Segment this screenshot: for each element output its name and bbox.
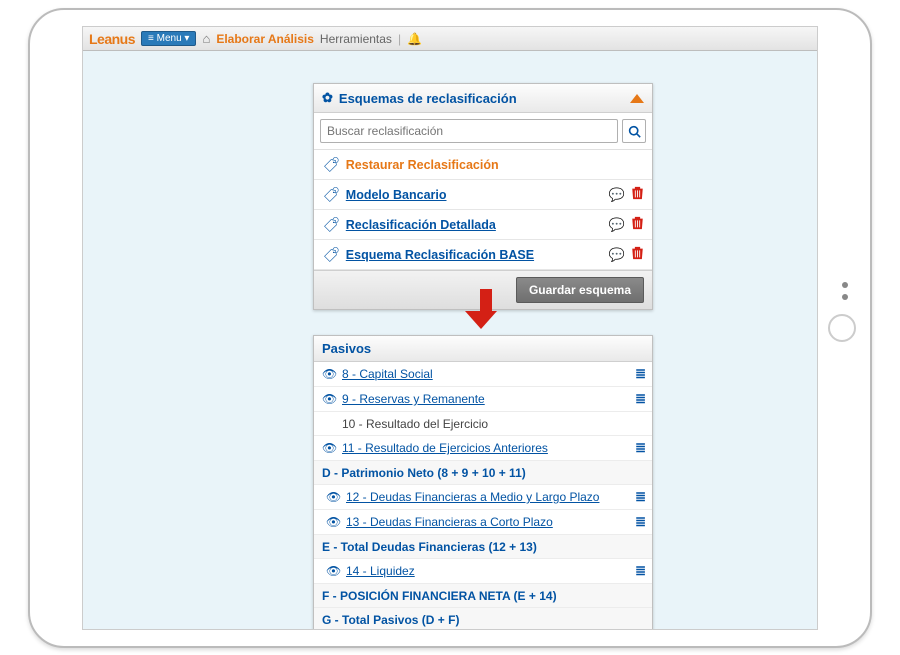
nav-herramientas[interactable]: Herramientas	[320, 32, 392, 46]
account-row: 👁 14 - Liquidez ≣	[314, 559, 652, 584]
tag-icon: 🏷	[322, 156, 339, 174]
pasivos-panel: Pasivos 👁 8 - Capital Social ≣ 👁 9 - Res…	[313, 335, 653, 630]
gear-icon: ✿	[322, 90, 333, 106]
eye-icon[interactable]: 👁	[326, 564, 340, 578]
subtotal-row: G - Total Pasivos (D + F)	[314, 608, 652, 630]
home-icon[interactable]: ⌂	[202, 31, 210, 46]
subtotal-row: F - POSICIÓN FINANCIERA NETA (E + 14)	[314, 584, 652, 608]
list-icon[interactable]: ≣	[635, 391, 644, 407]
subtotal-label: F - POSICIÓN FINANCIERA NETA (E + 14)	[322, 589, 644, 603]
schemes-search-row	[314, 113, 652, 150]
account-row: 👁 12 - Deudas Financieras a Medio y Larg…	[314, 485, 652, 510]
scheme-link[interactable]: Reclasificación Detallada	[346, 218, 603, 232]
app-screen: Leanus ≡ Menu ▾ ⌂ Elaborar Análisis Herr…	[82, 26, 818, 630]
trash-icon[interactable]	[631, 186, 644, 203]
trash-icon[interactable]	[631, 216, 644, 233]
chevron-up-icon[interactable]	[630, 94, 644, 103]
list-icon[interactable]: ≣	[635, 489, 644, 505]
scheme-restore-label: Restaurar Reclasificación	[346, 158, 644, 172]
eye-icon[interactable]: 👁	[322, 441, 336, 455]
eye-icon[interactable]: 👁	[326, 490, 340, 504]
account-link[interactable]: 11 - Resultado de Ejercicios Anteriores	[342, 441, 629, 455]
comment-icon[interactable]: 💬	[609, 187, 625, 203]
menu-button[interactable]: ≡ Menu ▾	[141, 31, 196, 46]
account-link[interactable]: 14 - Liquidez	[346, 564, 629, 578]
schemes-panel: ✿ Esquemas de reclasificación 🏷 Restaura…	[313, 83, 653, 310]
tag-icon: 🏷	[322, 186, 339, 204]
subtotal-row: D - Patrimonio Neto (8 + 9 + 10 + 11)	[314, 461, 652, 485]
account-link[interactable]: 8 - Capital Social	[342, 367, 629, 381]
account-row: 👁 9 - Reservas y Remanente ≣	[314, 387, 652, 412]
trash-icon[interactable]	[631, 246, 644, 263]
schemes-panel-title: Esquemas de reclasificación	[339, 91, 517, 106]
eye-icon[interactable]: 👁	[322, 392, 336, 406]
account-link[interactable]: 13 - Deudas Financieras a Corto Plazo	[346, 515, 629, 529]
tag-icon: 🏷	[322, 246, 339, 264]
subtotal-label: G - Total Pasivos (D + F)	[322, 613, 644, 627]
list-icon[interactable]: ≣	[635, 366, 644, 382]
tag-icon: 🏷	[322, 216, 339, 234]
topbar: Leanus ≡ Menu ▾ ⌂ Elaborar Análisis Herr…	[83, 27, 817, 51]
tablet-frame: Leanus ≡ Menu ▾ ⌂ Elaborar Análisis Herr…	[28, 8, 872, 648]
comment-icon[interactable]: 💬	[609, 247, 625, 263]
account-link[interactable]: 9 - Reservas y Remanente	[342, 392, 629, 406]
search-input[interactable]	[320, 119, 618, 143]
account-row: 10 - Resultado del Ejercicio	[314, 412, 652, 436]
list-icon[interactable]: ≣	[635, 563, 644, 579]
logo: Leanus	[89, 31, 135, 47]
save-scheme-button[interactable]: Guardar esquema	[516, 277, 644, 303]
eye-icon[interactable]: 👁	[326, 515, 340, 529]
eye-icon[interactable]: 👁	[322, 367, 336, 381]
tablet-home-button[interactable]	[828, 314, 856, 342]
account-row: 👁 13 - Deudas Financieras a Corto Plazo …	[314, 510, 652, 535]
search-button[interactable]	[622, 119, 646, 143]
pasivos-panel-title: Pasivos	[314, 336, 652, 362]
nav-separator: |	[398, 32, 401, 46]
bell-icon[interactable]: 🔔	[407, 32, 422, 46]
scheme-row: 🏷 Esquema Reclasificación BASE 💬	[314, 240, 652, 270]
account-row: 👁 11 - Resultado de Ejercicios Anteriore…	[314, 436, 652, 461]
scheme-link[interactable]: Esquema Reclasificación BASE	[346, 248, 603, 262]
schemes-panel-header[interactable]: ✿ Esquemas de reclasificación	[314, 84, 652, 113]
account-row: 👁 8 - Capital Social ≣	[314, 362, 652, 387]
scheme-restore-row[interactable]: 🏷 Restaurar Reclasificación	[314, 150, 652, 180]
scheme-link[interactable]: Modelo Bancario	[346, 188, 603, 202]
account-label: 10 - Resultado del Ejercicio	[322, 417, 644, 431]
list-icon[interactable]: ≣	[635, 440, 644, 456]
tablet-camera-dots	[842, 282, 848, 300]
subtotal-label: E - Total Deudas Financieras (12 + 13)	[322, 540, 644, 554]
scheme-row: 🏷 Reclasificación Detallada 💬	[314, 210, 652, 240]
subtotal-row: E - Total Deudas Financieras (12 + 13)	[314, 535, 652, 559]
list-icon[interactable]: ≣	[635, 514, 644, 530]
account-link[interactable]: 12 - Deudas Financieras a Medio y Largo …	[346, 490, 629, 504]
subtotal-label: D - Patrimonio Neto (8 + 9 + 10 + 11)	[322, 466, 644, 480]
comment-icon[interactable]: 💬	[609, 217, 625, 233]
arrow-down-icon	[475, 289, 497, 329]
scheme-row: 🏷 Modelo Bancario 💬	[314, 180, 652, 210]
nav-elaborar-analisis[interactable]: Elaborar Análisis	[216, 32, 314, 46]
